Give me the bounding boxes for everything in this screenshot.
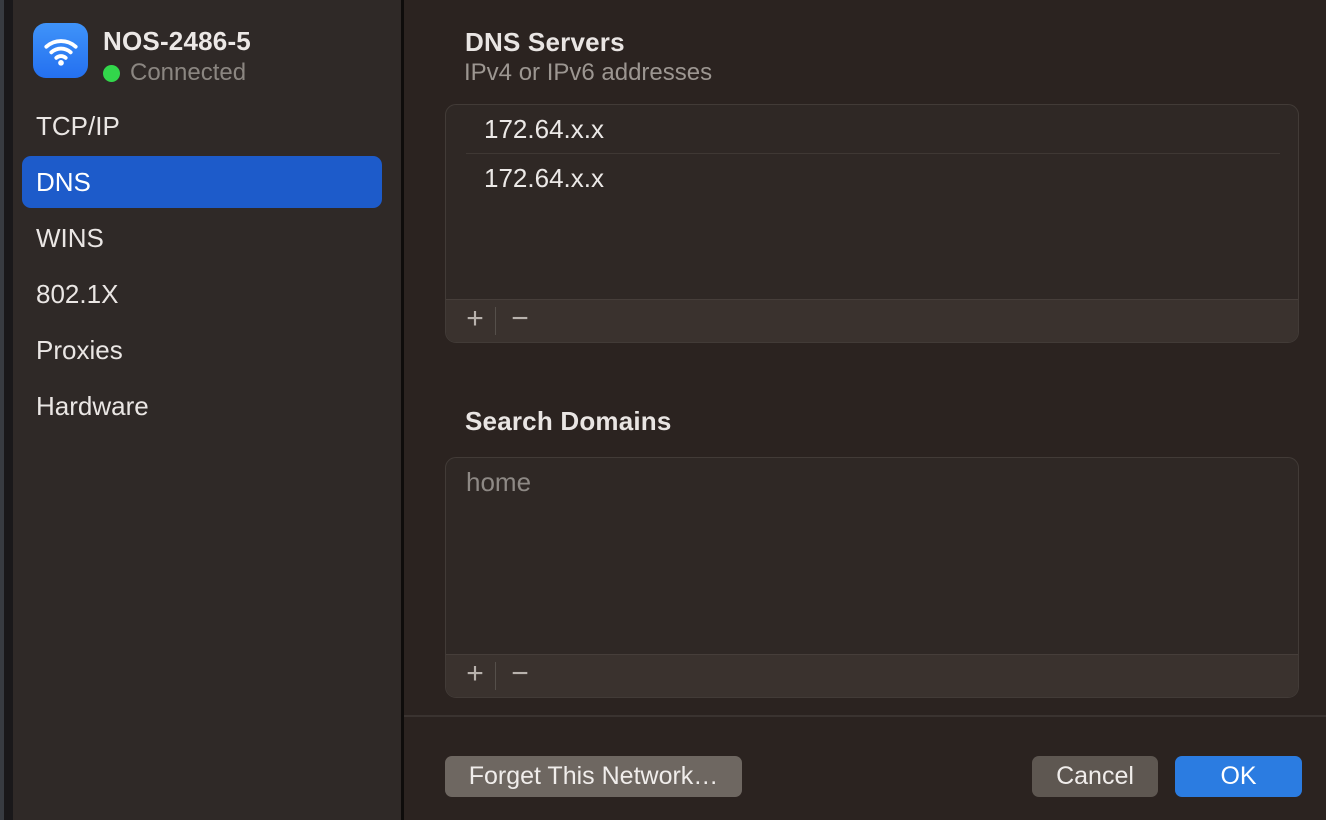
sidebar-item-dns[interactable]: DNS bbox=[22, 156, 382, 208]
network-header: NOS-2486-5 Connected bbox=[0, 0, 401, 96]
dns-servers-title: DNS Servers bbox=[465, 27, 625, 58]
sidebar-item-label: Hardware bbox=[36, 391, 149, 422]
window-edge-shadow bbox=[4, 0, 13, 820]
network-name: NOS-2486-5 bbox=[103, 26, 251, 57]
footer-divider bbox=[404, 715, 1326, 717]
network-status-label: Connected bbox=[130, 59, 246, 87]
plus-minus-separator bbox=[495, 662, 496, 690]
plus-minus-separator bbox=[495, 307, 496, 335]
network-status: Connected bbox=[103, 59, 246, 87]
dns-servers-rows: 172.64.x.x172.64.x.x bbox=[446, 105, 1298, 299]
dns-servers-listbox-footer: + − bbox=[446, 299, 1298, 342]
sidebar-item-tcp-ip[interactable]: TCP/IP bbox=[22, 100, 382, 152]
wifi-icon bbox=[33, 23, 88, 78]
search-domains-listbox: home + − bbox=[445, 457, 1299, 698]
sidebar-item-label: WINS bbox=[36, 223, 104, 254]
search-domains-listbox-footer: + − bbox=[446, 654, 1298, 697]
search-domains-title: Search Domains bbox=[465, 406, 672, 437]
search-domain-add-button[interactable]: + bbox=[459, 656, 491, 696]
sidebar-item-wins[interactable]: WINS bbox=[22, 212, 382, 264]
ok-button[interactable]: OK bbox=[1175, 756, 1302, 797]
dns-add-button[interactable]: + bbox=[459, 301, 491, 341]
dns-remove-button[interactable]: − bbox=[504, 301, 536, 341]
connected-status-dot-icon bbox=[103, 65, 120, 82]
sidebar-item-label: TCP/IP bbox=[36, 111, 120, 142]
content-panel: DNS Servers IPv4 or IPv6 addresses 172.6… bbox=[404, 0, 1326, 820]
sidebar: NOS-2486-5 Connected TCP/IP DNS WINS 802.1X… bbox=[0, 0, 401, 820]
sidebar-item-802-1x[interactable]: 802.1X bbox=[22, 268, 382, 320]
dns-server-entry[interactable]: 172.64.x.x bbox=[446, 154, 1298, 202]
sidebar-item-hardware[interactable]: Hardware bbox=[22, 380, 382, 432]
sidebar-item-proxies[interactable]: Proxies bbox=[22, 324, 382, 376]
forget-network-button[interactable]: Forget This Network… bbox=[445, 756, 742, 797]
sidebar-item-label: DNS bbox=[36, 167, 91, 198]
cancel-button[interactable]: Cancel bbox=[1032, 756, 1158, 797]
search-domain-entry[interactable]: home bbox=[446, 458, 1298, 506]
sidebar-nav: TCP/IP DNS WINS 802.1X Proxies Hardware bbox=[22, 100, 382, 436]
sidebar-item-label: Proxies bbox=[36, 335, 123, 366]
dns-servers-listbox: 172.64.x.x172.64.x.x + − bbox=[445, 104, 1299, 343]
dns-servers-subtitle: IPv4 or IPv6 addresses bbox=[464, 59, 712, 87]
sidebar-item-label: 802.1X bbox=[36, 279, 118, 310]
dns-server-entry[interactable]: 172.64.x.x bbox=[446, 105, 1298, 153]
search-domain-remove-button[interactable]: − bbox=[504, 656, 536, 696]
search-domains-rows: home bbox=[446, 458, 1298, 654]
